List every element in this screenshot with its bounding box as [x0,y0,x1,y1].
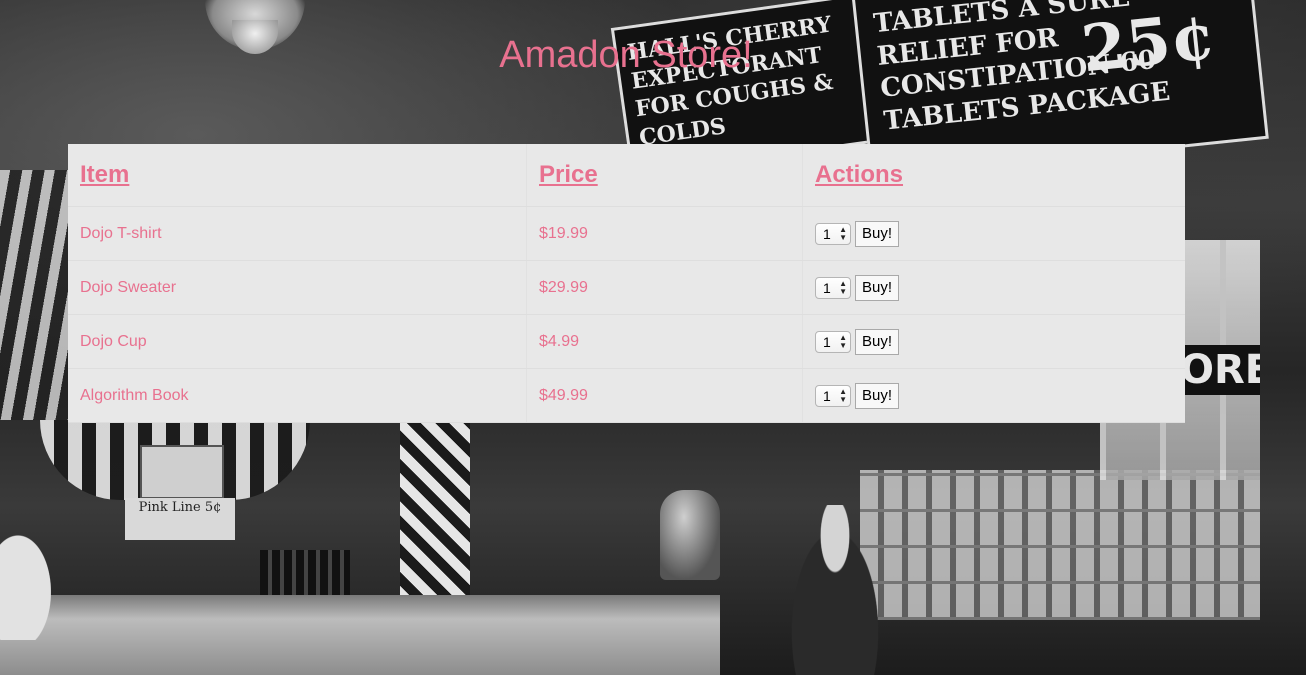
table-row: Dojo Sweater $29.99 1 ▲ ▼ Buy! [68,260,1185,315]
item-price: $29.99 [526,260,803,315]
background-urn [660,490,720,580]
background-bottles [260,550,350,600]
item-price: $49.99 [526,368,803,423]
background-streamers [0,170,70,420]
quantity-value: 1 [823,225,831,242]
table-row: Algorithm Book $49.99 1 ▲ ▼ Buy! [68,368,1185,423]
product-table: Item Price Actions Dojo T-shirt $19.99 1… [68,144,1185,423]
item-actions: 1 ▲ ▼ Buy! [802,368,1185,423]
background-small-sign: Pink Line 5¢ [125,498,235,540]
stepper-arrows-icon: ▲ ▼ [839,386,847,404]
quantity-select[interactable]: 1 ▲ ▼ [815,330,851,353]
item-name: Dojo Sweater [68,260,527,315]
background-barber-pole [400,420,470,600]
background-shelves [860,470,1260,620]
item-price: $19.99 [526,206,803,261]
quantity-value: 1 [823,387,831,404]
buy-button[interactable]: Buy! [855,274,900,301]
stepper-arrows-icon: ▲ ▼ [839,332,847,350]
table-header-row: Item Price Actions [68,144,1185,207]
page-title: Amadon Store! [499,34,753,76]
item-actions: 1 ▲ ▼ Buy! [802,206,1185,261]
table-row: Dojo Cup $4.99 1 ▲ ▼ Buy! [68,314,1185,369]
quantity-select[interactable]: 1 ▲ ▼ [815,276,851,299]
quantity-value: 1 [823,279,831,296]
item-price: $4.99 [526,314,803,369]
buy-button[interactable]: Buy! [855,382,900,409]
table-row: Dojo T-shirt $19.99 1 ▲ ▼ Buy! [68,206,1185,261]
item-actions: 1 ▲ ▼ Buy! [802,260,1185,315]
quantity-select[interactable]: 1 ▲ ▼ [815,222,851,245]
buy-button[interactable]: Buy! [855,220,900,247]
background-clerk [0,520,60,640]
item-name: Algorithm Book [68,368,527,423]
background-counter [0,595,720,675]
column-header-price: Price [526,144,803,207]
item-name: Dojo Cup [68,314,527,369]
page-background: HALL'S CHERRY EXPECTORANT FOR COUGHS & C… [0,0,1306,675]
background-store-sign: ORE [1180,345,1260,395]
buy-button[interactable]: Buy! [855,328,900,355]
column-header-item: Item [68,144,527,207]
quantity-select[interactable]: 1 ▲ ▼ [815,384,851,407]
column-header-actions: Actions [802,144,1185,207]
stepper-arrows-icon: ▲ ▼ [839,224,847,242]
background-portraits [140,445,224,499]
item-name: Dojo T-shirt [68,206,527,261]
item-actions: 1 ▲ ▼ Buy! [802,314,1185,369]
background-shopkeeper [780,505,890,675]
quantity-value: 1 [823,333,831,350]
stepper-arrows-icon: ▲ ▼ [839,278,847,296]
